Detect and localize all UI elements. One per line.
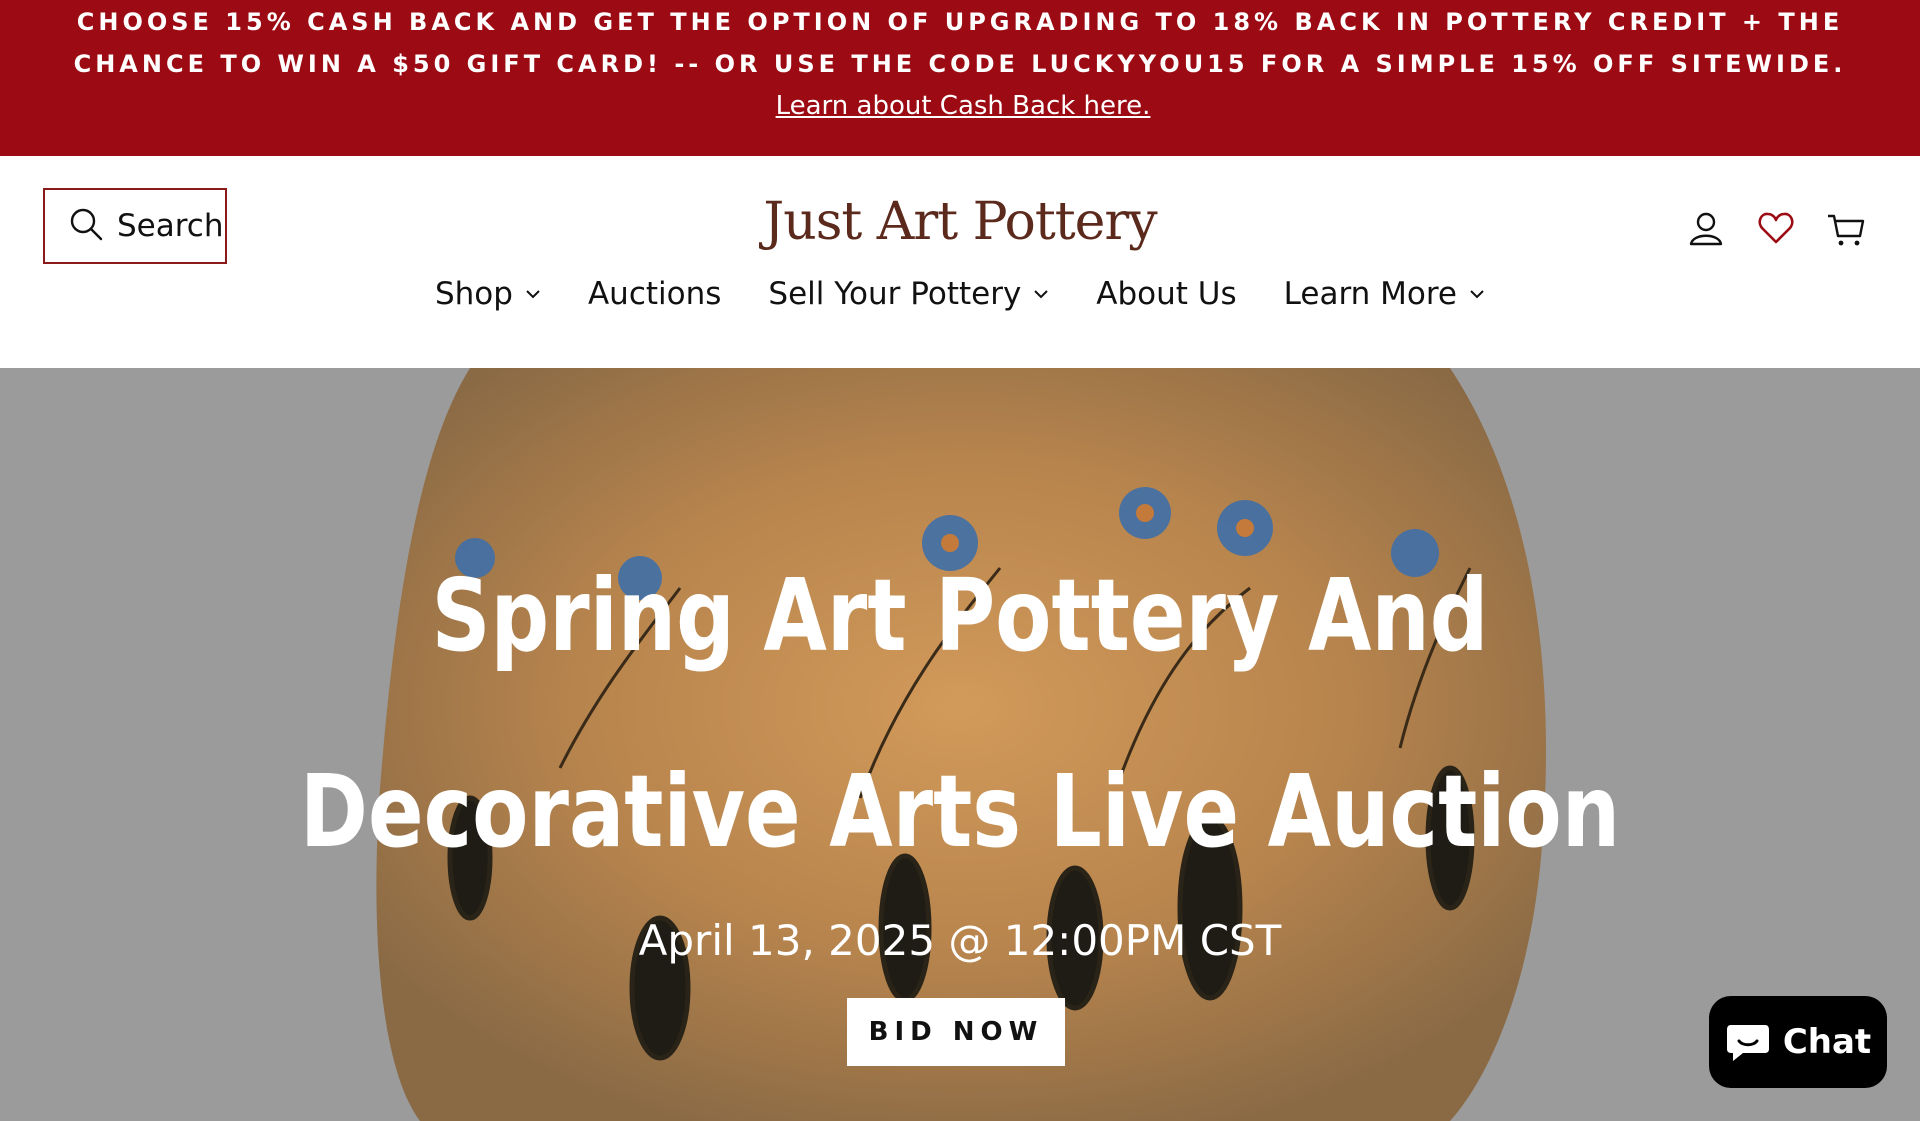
nav-item-about-us[interactable]: About Us <box>1096 276 1236 312</box>
nav-item-sell-your-pottery[interactable]: Sell Your Pottery <box>768 276 1049 312</box>
hero-title: Spring Art Pottery And Decorative Arts L… <box>299 557 1621 870</box>
chevron-down-icon <box>1470 290 1484 299</box>
chat-button[interactable]: Chat <box>1709 996 1887 1088</box>
heart-icon[interactable] <box>1756 208 1796 248</box>
chevron-down-icon <box>526 290 540 299</box>
nav-item-label: Learn More <box>1283 276 1458 312</box>
chevron-down-icon <box>1034 290 1049 299</box>
nav-item-label: About Us <box>1096 276 1237 312</box>
header-actions <box>1686 208 1866 248</box>
bid-now-button[interactable]: BID NOW <box>847 998 1065 1066</box>
site-header: Search Just Art Pottery Shop Auctions Se… <box>0 156 1920 368</box>
nav-item-shop[interactable]: Shop <box>435 276 541 312</box>
nav-item-auctions[interactable]: Auctions <box>588 276 721 312</box>
site-logo[interactable]: Just Art Pottery <box>0 192 1920 252</box>
announcement-text: CHOOSE 15% CASH BACK AND GET THE OPTION … <box>73 8 1847 78</box>
announcement-text-wrap: CHOOSE 15% CASH BACK AND GET THE OPTION … <box>30 1 1890 127</box>
cash-back-link[interactable]: Learn about Cash Back here. <box>776 91 1151 121</box>
nav-item-learn-more[interactable]: Learn More <box>1284 276 1485 312</box>
hero-banner: Spring Art Pottery And Decorative Arts L… <box>0 368 1920 1121</box>
hero-date: April 13, 2025 @ 12:00PM CST <box>638 916 1282 965</box>
main-nav: Shop Auctions Sell Your Pottery About Us… <box>0 276 1920 312</box>
announcement-bar: CHOOSE 15% CASH BACK AND GET THE OPTION … <box>0 0 1920 156</box>
nav-item-label: Sell Your Pottery <box>768 276 1022 312</box>
cart-icon[interactable] <box>1826 208 1866 248</box>
user-icon[interactable] <box>1686 208 1726 248</box>
nav-item-label: Auctions <box>587 276 722 312</box>
chat-label: Chat <box>1782 1022 1872 1062</box>
nav-item-label: Shop <box>434 276 513 312</box>
chat-bubble-icon <box>1726 1025 1769 1061</box>
